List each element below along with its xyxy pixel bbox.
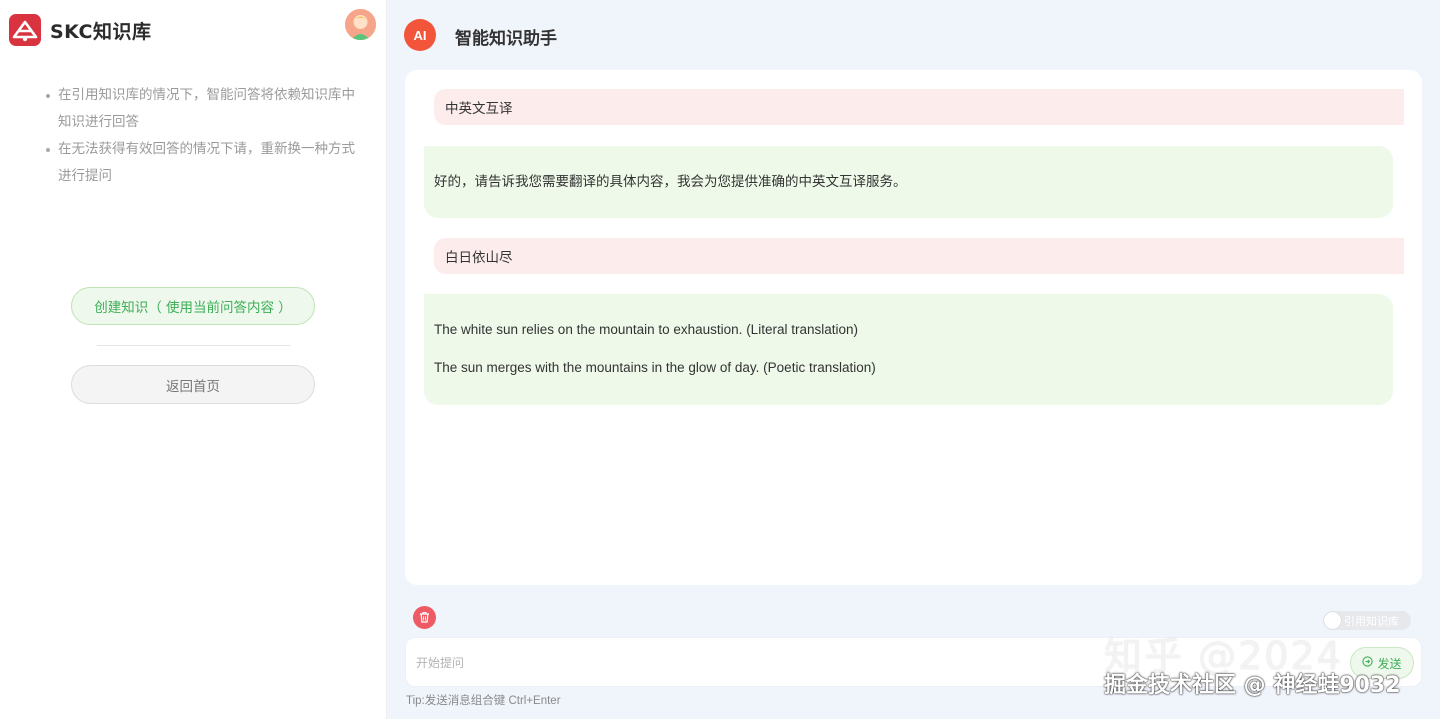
user-avatar-icon[interactable] (345, 9, 376, 40)
send-icon (1362, 656, 1374, 670)
reference-knowledge-toggle[interactable]: 引用知识库 (1323, 611, 1411, 630)
toggle-label: 引用知识库 (1344, 614, 1399, 628)
assistant-message: 好的，请告诉我您需要翻译的具体内容，我会为您提供准确的中英文互译服务。 (424, 146, 1393, 218)
chat-history[interactable]: 中英文互译 好的，请告诉我您需要翻译的具体内容，我会为您提供准确的中英文互译服务… (405, 70, 1422, 585)
tip-item: 在无法获得有效回答的情况下请，重新换一种方式进行提问 (45, 136, 363, 190)
user-message-text: 白日依山尽 (445, 250, 513, 266)
assistant-message: The white sun relies on the mountain to … (424, 294, 1393, 405)
chat-main: AI 智能知识助手 中英文互译 好的，请告诉我您需要翻译的具体内容，我会为您提供… (387, 0, 1440, 719)
page-title: 智能知识助手 (455, 29, 557, 49)
app-window: SKC知识库 在引用知识库的情况下，智能问答将依赖知识库中知识进行回答 在无法获… (0, 0, 1440, 719)
toggle-knob (1324, 612, 1341, 629)
divider (97, 345, 290, 346)
clear-chat-button[interactable] (413, 606, 436, 629)
user-message: 中英文互译 (434, 89, 1404, 125)
user-message: 白日依山尽 (434, 238, 1404, 274)
send-label: 发送 (1377, 656, 1402, 671)
brand[interactable]: SKC知识库 (9, 12, 152, 48)
assistant-message-text: 好的，请告诉我您需要翻译的具体内容，我会为您提供准确的中英文互译服务。 (434, 173, 907, 190)
tip-item: 在引用知识库的情况下，智能问答将依赖知识库中知识进行回答 (45, 82, 363, 136)
skc-logo-icon (9, 14, 41, 46)
back-home-button[interactable]: 返回首页 (71, 365, 315, 404)
sidebar: SKC知识库 在引用知识库的情况下，智能问答将依赖知识库中知识进行回答 在无法获… (0, 0, 387, 719)
trash-icon (419, 608, 430, 627)
assistant-message-text: The white sun relies on the mountain to … (434, 322, 858, 337)
user-message-text: 中英文互译 (445, 101, 513, 117)
question-input[interactable] (416, 652, 1316, 674)
composer: 发送 (405, 637, 1422, 687)
brand-name: SKC知识库 (50, 20, 152, 43)
usage-tips: 在引用知识库的情况下，智能问答将依赖知识库中知识进行回答 在无法获得有效回答的情… (45, 82, 363, 190)
assistant-message-text: The sun merges with the mountains in the… (434, 360, 876, 375)
shortcut-tip: Tip:发送消息组合键 Ctrl+Enter (406, 695, 561, 707)
ai-badge-icon: AI (404, 19, 436, 51)
send-button[interactable]: 发送 (1350, 647, 1414, 679)
create-knowledge-button[interactable]: 创建知识（ 使用当前问答内容 ） (71, 287, 315, 325)
